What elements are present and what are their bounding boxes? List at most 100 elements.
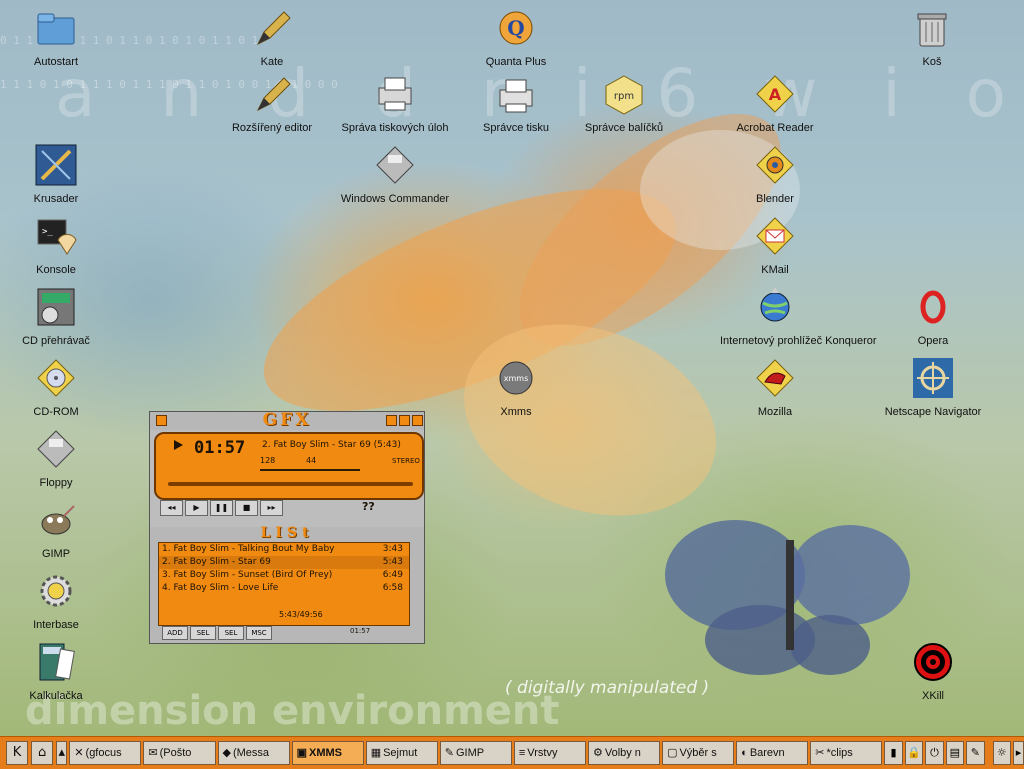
desktop-icon-xmms[interactable]: xmms Xmms xyxy=(461,356,571,419)
desktop-icon-print-manager[interactable]: Správce tisku xyxy=(461,72,571,135)
playlist-total-time: 5:43/49:56 xyxy=(279,610,323,619)
playlist-item[interactable]: 4. Fat Boy Slim - Love Life 6:58 xyxy=(159,582,409,595)
remove-button[interactable]: SEL xyxy=(190,626,216,640)
transport-controls: ◂◂ ▶ ❚❚ ■ ▸▸ xyxy=(160,500,320,516)
playlist-item[interactable]: 1. Fat Boy Slim - Talking Bout My Baby 3:… xyxy=(159,543,409,556)
select-icon: ▢ xyxy=(667,747,678,759)
desktop-icon-acrobat-reader[interactable]: A Acrobat Reader xyxy=(720,72,830,135)
desktop-icon-konqueror[interactable]: Internetový prohlížeč Konqueror xyxy=(720,285,877,348)
task-barevne[interactable]: ◐ Barevn xyxy=(736,741,809,765)
desktop-icon-cdrom[interactable]: CD-ROM xyxy=(1,356,111,419)
mozilla-icon xyxy=(753,356,797,400)
playlist-title: LISt xyxy=(260,525,314,541)
desktop-icon-mozilla[interactable]: Mozilla xyxy=(720,356,830,419)
pause-button[interactable]: ❚❚ xyxy=(210,500,233,516)
calendar-icon[interactable]: ▤ xyxy=(945,741,965,765)
desktop-icon-netscape[interactable]: Netscape Navigator xyxy=(878,356,988,419)
show-desktop-icon[interactable]: ⌂ xyxy=(31,741,54,765)
desktop-icon-cd-player[interactable]: CD přehrávač xyxy=(1,285,111,348)
stereo-indicator: STEREO xyxy=(392,457,420,465)
mozilla-icon: ◆ xyxy=(222,747,231,759)
k-menu-button[interactable]: K xyxy=(6,741,29,765)
floppy-icon xyxy=(34,427,78,471)
desktop-icon-quanta-plus[interactable]: Q Quanta Plus xyxy=(461,6,571,69)
desktop-icon-windows-commander[interactable]: Windows Commander xyxy=(340,143,450,206)
shade-icon[interactable] xyxy=(399,415,410,426)
task-posta[interactable]: ✉ (Pošto xyxy=(143,741,216,765)
task-xmms[interactable]: ▣ XMMS xyxy=(291,741,364,765)
acrobat-icon: A xyxy=(753,72,797,116)
gimp-icon: ✎ xyxy=(444,747,454,759)
quanta-icon: Q xyxy=(494,6,538,50)
taskbar-arrow-icon[interactable]: ▴ xyxy=(56,741,68,765)
tray-icon[interactable]: ▮ xyxy=(884,741,903,765)
play-status-icon xyxy=(174,440,183,450)
svg-text:xmms: xmms xyxy=(504,374,529,383)
task-gfocus[interactable]: ✕ (gfocus xyxy=(69,741,142,765)
clipboard-icon[interactable]: ✎ xyxy=(966,741,985,765)
play-button[interactable]: ▶ xyxy=(185,500,208,516)
mail-icon: ✉ xyxy=(148,747,158,759)
select-button[interactable]: SEL xyxy=(218,626,244,640)
menu-icon[interactable] xyxy=(156,415,167,426)
desktop-icon-kate[interactable]: Kate xyxy=(217,6,327,69)
desktop-icon-autostart[interactable]: Autostart xyxy=(1,6,111,69)
desktop-icon-krusader[interactable]: Krusader xyxy=(1,143,111,206)
svg-text:Q: Q xyxy=(507,16,524,40)
seek-bar[interactable] xyxy=(168,482,413,486)
xmms-icon: xmms xyxy=(494,356,538,400)
task-sejmut[interactable]: ▦ Sejmut xyxy=(365,741,438,765)
svg-text:>_: >_ xyxy=(42,227,53,237)
gimp-icon xyxy=(34,498,78,542)
xmms-window[interactable]: GFX 01:57 2. Fat Boy Slim - Star 69 (5:4… xyxy=(149,410,425,644)
desktop-icon-interbase[interactable]: Interbase xyxy=(1,569,111,632)
pen-icon xyxy=(250,6,294,50)
minimize-icon[interactable] xyxy=(386,415,397,426)
desktop-icon-gimp[interactable]: GIMP xyxy=(1,498,111,561)
desktop-icon-trash[interactable]: Koš xyxy=(877,6,987,69)
desktop-icon-calculator[interactable]: Kalkulačka xyxy=(1,640,111,703)
playlist-item-selected[interactable]: 2. Fat Boy Slim - Star 69 5:43 xyxy=(159,556,409,569)
playlist: 1. Fat Boy Slim - Talking Bout My Baby 3:… xyxy=(158,542,410,626)
task-volby[interactable]: ⚙ Volby n xyxy=(587,741,661,765)
desktop-icon-extended-editor[interactable]: Rozšířený editor xyxy=(217,72,327,135)
eject-button[interactable]: ?? xyxy=(362,500,375,513)
playlist-item[interactable]: 3. Fat Boy Slim - Sunset (Bird Of Prey) 6… xyxy=(159,569,409,582)
x-icon: ✕ xyxy=(74,747,84,759)
volume-slider[interactable] xyxy=(260,469,360,471)
power-icon[interactable]: ⏻ xyxy=(925,741,944,765)
task-vrstvy[interactable]: ≡ Vrstvy xyxy=(513,741,586,765)
add-button[interactable]: ADD xyxy=(162,626,188,640)
task-clips[interactable]: ✂ *clips xyxy=(810,741,883,765)
desktop-icon-print-jobs[interactable]: Správa tiskových úloh xyxy=(340,72,450,135)
playlist-window[interactable]: LISt 1. Fat Boy Slim - Talking Bout My B… xyxy=(150,525,424,643)
shot-icon: ▦ xyxy=(370,747,382,759)
xmms-display: 01:57 2. Fat Boy Slim - Star 69 (5:43) 1… xyxy=(154,432,424,500)
desktop-icon-floppy[interactable]: Floppy xyxy=(1,427,111,490)
misc-button[interactable]: MSC xyxy=(246,626,272,640)
printer-icon xyxy=(494,72,538,116)
desktop-icon-opera[interactable]: Opera xyxy=(878,285,988,348)
xmms-titlebar[interactable]: GFX xyxy=(150,410,424,430)
previous-button[interactable]: ◂◂ xyxy=(160,500,183,516)
desktop-icon-xkill[interactable]: XKill xyxy=(878,640,988,703)
time-display[interactable]: 01:57 xyxy=(194,438,245,458)
svg-text:A: A xyxy=(769,85,782,104)
close-icon[interactable] xyxy=(412,415,423,426)
task-vyber[interactable]: ▢ Výběr s xyxy=(662,741,735,765)
stop-button[interactable]: ■ xyxy=(235,500,258,516)
task-gimp[interactable]: ✎ GIMP xyxy=(439,741,512,765)
pen-icon xyxy=(250,72,294,116)
desktop-icon-package-manager[interactable]: rpm Správce balíčků xyxy=(569,72,679,135)
desktop: 0 1 1 0 1 0 1 1 0 1 1 0 1 0 1 0 1 1 0 1 … xyxy=(0,0,1024,736)
sun-icon[interactable]: ☼ xyxy=(992,741,1011,765)
taskbar: K ⌂ ▴ ✕ (gfocus ✉ (Pošto ◆ (Messa ▣ XMMS ▦ Se… xyxy=(0,736,1024,769)
desktop-icon-konsole[interactable]: >_ Konsole xyxy=(1,214,111,277)
bitrate: 128 xyxy=(260,456,276,465)
desktop-icon-blender[interactable]: Blender xyxy=(720,143,830,206)
desktop-icon-kmail[interactable]: KMail xyxy=(720,214,830,277)
lock-icon[interactable]: 🔒 xyxy=(904,741,924,765)
scroll-right-icon[interactable]: ▸ xyxy=(1012,741,1024,765)
next-button[interactable]: ▸▸ xyxy=(260,500,283,516)
task-messages[interactable]: ◆ (Messa xyxy=(217,741,290,765)
